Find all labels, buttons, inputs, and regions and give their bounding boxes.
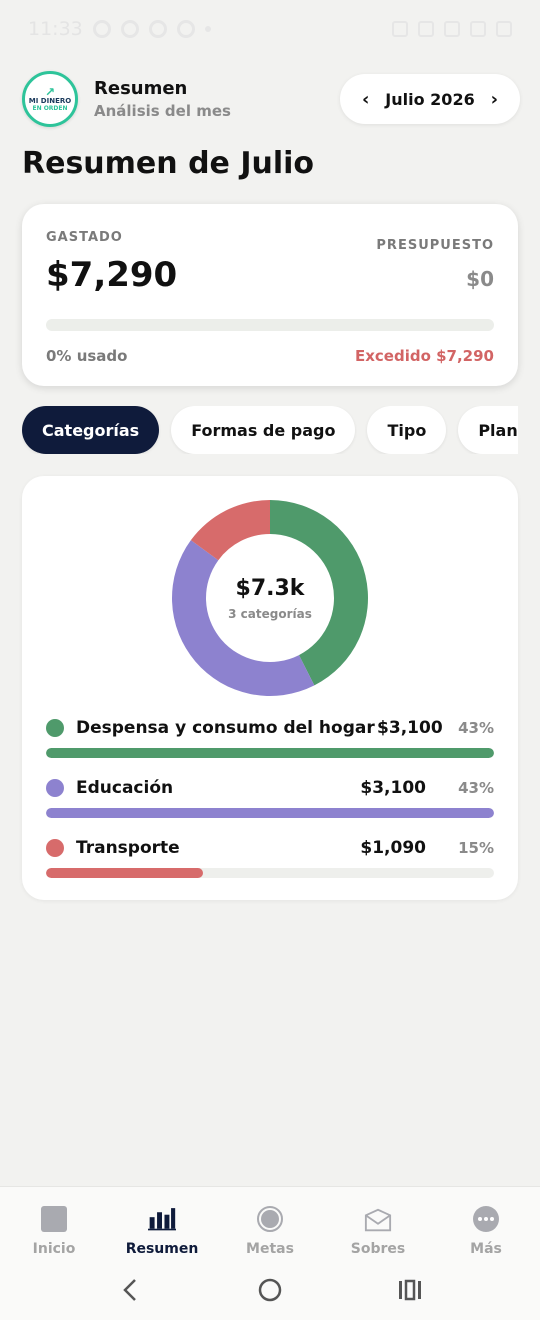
used-text: 0% usado [46, 347, 128, 365]
header-subtitle: Análisis del mes [94, 102, 231, 120]
category-percent: 15% [458, 839, 494, 857]
signal-icon [470, 21, 486, 37]
tab-plan-vs-real[interactable]: Plan vs re [458, 406, 518, 454]
notification-dot-icon [204, 26, 211, 32]
home-icon [40, 1205, 68, 1233]
chevron-right-icon[interactable]: › [491, 89, 498, 110]
page-title: Resumen de Julio [22, 146, 315, 181]
category-row[interactable]: Transporte $1,090 15% [46, 834, 494, 878]
target-icon [256, 1205, 284, 1233]
category-dot [46, 719, 64, 737]
category-row[interactable]: Educación $3,100 43% [46, 774, 494, 818]
tab-formas-de-pago[interactable]: Formas de pago [171, 406, 356, 454]
facebook-icon [148, 20, 167, 38]
whatsapp-icon [92, 20, 111, 38]
more-icon [472, 1205, 500, 1233]
month-label: Julio 2026 [385, 89, 475, 109]
category-chart-card: $7.3k 3 categorías Despensa y consumo de… [22, 476, 518, 900]
category-amount: $3,100 [377, 718, 443, 738]
bottom-nav: Inicio Resumen Metas Sobres Más [0, 1186, 540, 1260]
nav-label: Sobres [350, 1241, 406, 1257]
category-bar-track [46, 808, 494, 818]
app-logo: ↗ MI DINERO EN ORDEN [22, 71, 78, 127]
alarm-icon [392, 21, 408, 37]
tab-bar: Categorías Formas de pago Tipo Plan vs r… [22, 406, 518, 454]
back-icon[interactable] [110, 1270, 150, 1310]
budget-progress-bar [46, 319, 494, 331]
category-amount: $1,090 [360, 838, 426, 858]
system-nav-bar [0, 1260, 540, 1320]
donut-subtitle: 3 categorías [228, 606, 312, 621]
envelope-icon [364, 1205, 392, 1233]
spent-label: GASTADO [46, 230, 123, 245]
recents-icon[interactable] [390, 1270, 430, 1310]
category-name: Transporte [76, 838, 180, 858]
category-percent: 43% [458, 719, 494, 737]
battery-icon [496, 21, 512, 37]
category-bar-track [46, 748, 494, 758]
hotspot-icon [444, 21, 460, 37]
facebook-icon [176, 20, 195, 38]
nav-label: Más [470, 1241, 502, 1257]
category-bar-track [46, 868, 494, 878]
telegram-icon [120, 20, 139, 38]
tab-tipo[interactable]: Tipo [367, 406, 447, 454]
budget-label: PRESUPUESTO [376, 238, 494, 253]
category-amount: $3,100 [360, 778, 426, 798]
budget-amount: $0 [466, 267, 494, 291]
exceeded-text: Excedido $7,290 [354, 347, 494, 365]
chevron-left-icon[interactable]: ‹ [362, 89, 369, 110]
nav-label: Metas [246, 1241, 294, 1257]
nav-inicio[interactable]: Inicio [0, 1187, 108, 1260]
header-title: Resumen [94, 78, 188, 99]
nav-resumen[interactable]: Resumen [108, 1187, 216, 1260]
category-name: Despensa y consumo del hogar [76, 718, 375, 738]
status-bar: 11:33 [0, 0, 540, 58]
summary-card: GASTADO $7,290 PRESUPUESTO $0 0% usado E… [22, 204, 518, 386]
home-circle-icon[interactable] [250, 1270, 290, 1310]
category-bar-fill [46, 748, 494, 758]
category-dot [46, 839, 64, 857]
status-time: 11:33 [28, 18, 83, 40]
tab-categorias[interactable]: Categorías [22, 406, 160, 454]
nav-mas[interactable]: Más [432, 1187, 540, 1260]
category-bar-fill [46, 868, 203, 878]
category-name: Educación [76, 778, 174, 798]
category-dot [46, 779, 64, 797]
nav-label: Inicio [32, 1241, 76, 1257]
logo-line2: EN ORDEN [32, 104, 68, 112]
category-percent: 43% [458, 779, 494, 797]
category-bar-fill [46, 808, 494, 818]
nav-metas[interactable]: Metas [216, 1187, 324, 1260]
spent-amount: $7,290 [46, 255, 178, 295]
donut-total: $7.3k [235, 575, 305, 601]
mute-icon [418, 21, 434, 37]
nav-sobres[interactable]: Sobres [324, 1187, 432, 1260]
bar-chart-icon [148, 1205, 176, 1233]
nav-label: Resumen [125, 1241, 199, 1257]
app-header: ↗ MI DINERO EN ORDEN Resumen Análisis de… [22, 70, 520, 128]
donut-center: $7.3k 3 categorías [168, 496, 372, 700]
category-row[interactable]: Despensa y consumo del hogar $3,100 43% [46, 714, 494, 758]
month-picker[interactable]: ‹ Julio 2026 › [340, 74, 520, 124]
